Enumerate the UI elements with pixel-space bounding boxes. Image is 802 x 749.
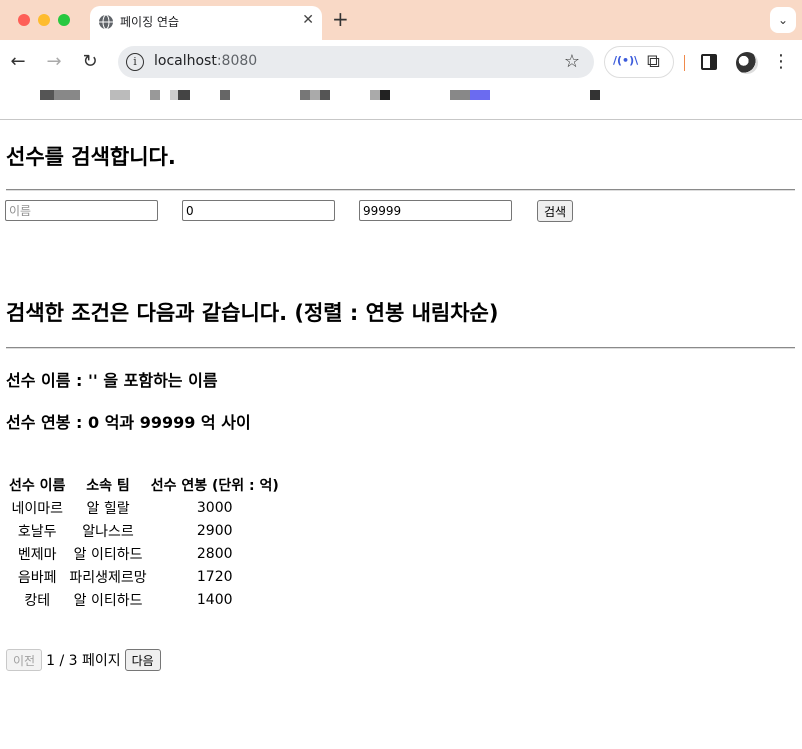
browser-tab[interactable]: 페이징 연습 ✕ xyxy=(90,6,322,40)
player-name-cell: 벤제마 xyxy=(17,546,57,563)
page-info: 1 / 3 페이지 xyxy=(46,653,121,669)
url-port: :8080 xyxy=(216,53,258,69)
table-row: 벤제마 알 이티하드 2800 xyxy=(8,543,280,564)
table-row: 네이마르 알 힐랄 3000 xyxy=(8,497,280,518)
team-cell: 파리생제르망 xyxy=(69,569,147,586)
divider xyxy=(6,347,795,349)
bookmark-item[interactable] xyxy=(54,90,80,100)
conditions-heading: 검색한 조건은 다음과 같습니다. (정렬 : 연봉 내림차순) xyxy=(6,301,499,325)
bookmark-item[interactable] xyxy=(110,90,130,100)
close-window-button[interactable] xyxy=(18,14,30,26)
url-text[interactable]: localhost:8080 xyxy=(154,53,257,69)
bookmark-item[interactable] xyxy=(40,90,54,100)
page-content: 선수를 검색합니다. 검색 검색한 조건은 다음과 같습니다. (정렬 : 연봉… xyxy=(0,121,802,749)
extension-icon[interactable]: /(•)\ xyxy=(613,54,638,67)
globe-icon xyxy=(99,14,113,30)
salary-cell: 2800 xyxy=(196,545,233,562)
salary-cell: 1720 xyxy=(196,568,233,585)
bookmark-item[interactable] xyxy=(380,90,390,100)
table-row: 캉테 알 이티하드 1400 xyxy=(8,589,280,610)
table-header-row: 선수 이름 소속 팀 선수 연봉 (단위 : 억) xyxy=(8,474,280,495)
bookmark-star-icon[interactable]: ☆ xyxy=(564,51,580,72)
maximize-window-button[interactable] xyxy=(58,14,70,26)
salary-cell: 2900 xyxy=(196,522,233,539)
bookmark-item[interactable] xyxy=(370,90,380,100)
bookmark-item[interactable] xyxy=(220,90,230,100)
address-bar[interactable]: i localhost:8080 ☆ xyxy=(118,46,594,78)
bookmark-item[interactable] xyxy=(170,90,178,100)
toolbar-divider xyxy=(684,55,685,71)
salary-cell: 3000 xyxy=(196,499,233,516)
criteria-salary: 선수 연봉 : 0 억과 99999 억 사이 xyxy=(6,413,251,432)
player-name-cell: 캉테 xyxy=(24,592,51,609)
column-header: 소속 팀 xyxy=(86,477,130,494)
info-icon[interactable]: i xyxy=(126,53,144,71)
max-salary-input[interactable] xyxy=(359,200,512,221)
bookmark-item[interactable] xyxy=(310,90,320,100)
forward-button[interactable]: → xyxy=(42,50,66,74)
player-name-cell: 네이마르 xyxy=(11,500,63,517)
extensions-area: /(•)\ ⧉ xyxy=(604,46,674,78)
column-header: 선수 이름 xyxy=(9,477,66,494)
table-row: 호날두 알나스르 2900 xyxy=(8,520,280,541)
criteria-name: 선수 이름 : '' 을 포함하는 이름 xyxy=(6,371,218,390)
pagination: 이전 1 / 3 페이지 다음 xyxy=(6,649,161,671)
bookmark-item[interactable] xyxy=(300,90,310,100)
back-button[interactable]: ← xyxy=(6,50,30,74)
min-salary-input[interactable] xyxy=(182,200,335,221)
table-row: 음바페 파리생제르망 1720 xyxy=(8,566,280,587)
chevron-down-icon[interactable]: ⌄ xyxy=(770,7,796,33)
players-table: 선수 이름 소속 팀 선수 연봉 (단위 : 억) 네이마르 알 힐랄 3000 호날… xyxy=(6,472,282,612)
url-host: localhost xyxy=(154,53,217,69)
salary-cell: 1400 xyxy=(196,591,233,608)
minimize-window-button[interactable] xyxy=(38,14,50,26)
team-cell: 알 힐랄 xyxy=(86,500,130,517)
search-button[interactable]: 검색 xyxy=(537,200,574,222)
bookmarks-bar xyxy=(0,86,802,120)
browser-toolbar: ← → ↻ i localhost:8080 ☆ /(•)\ ⧉ ⋮ xyxy=(0,40,802,86)
team-cell: 알나스르 xyxy=(82,523,134,540)
avatar[interactable] xyxy=(736,52,758,74)
menu-icon[interactable]: ⋮ xyxy=(772,50,790,74)
bookmark-item[interactable] xyxy=(150,90,160,100)
column-header: 선수 연봉 (단위 : 억) xyxy=(150,477,279,494)
puzzle-icon[interactable]: ⧉ xyxy=(647,51,660,72)
close-icon[interactable]: ✕ xyxy=(302,12,314,28)
reload-button[interactable]: ↻ xyxy=(78,50,102,74)
tab-strip: 페이징 연습 ✕ + ⌄ xyxy=(0,0,802,40)
bookmark-item[interactable] xyxy=(320,90,330,100)
name-search-input[interactable] xyxy=(5,200,158,221)
team-cell: 알 이티하드 xyxy=(73,546,143,563)
bookmark-item[interactable] xyxy=(178,90,190,100)
next-page-button[interactable]: 다음 xyxy=(124,649,161,671)
tab-title: 페이징 연습 xyxy=(120,15,180,29)
new-tab-button[interactable]: + xyxy=(332,7,349,31)
prev-page-button[interactable]: 이전 xyxy=(6,649,43,671)
side-panel-icon[interactable] xyxy=(701,54,717,70)
player-name-cell: 호날두 xyxy=(17,523,57,540)
team-cell: 알 이티하드 xyxy=(73,592,143,609)
divider xyxy=(6,189,795,191)
bookmark-item[interactable] xyxy=(450,90,470,100)
player-name-cell: 음바페 xyxy=(17,569,57,586)
bookmark-item[interactable] xyxy=(470,90,490,100)
bookmark-item[interactable] xyxy=(590,90,600,100)
page-title: 선수를 검색합니다. xyxy=(6,145,176,169)
